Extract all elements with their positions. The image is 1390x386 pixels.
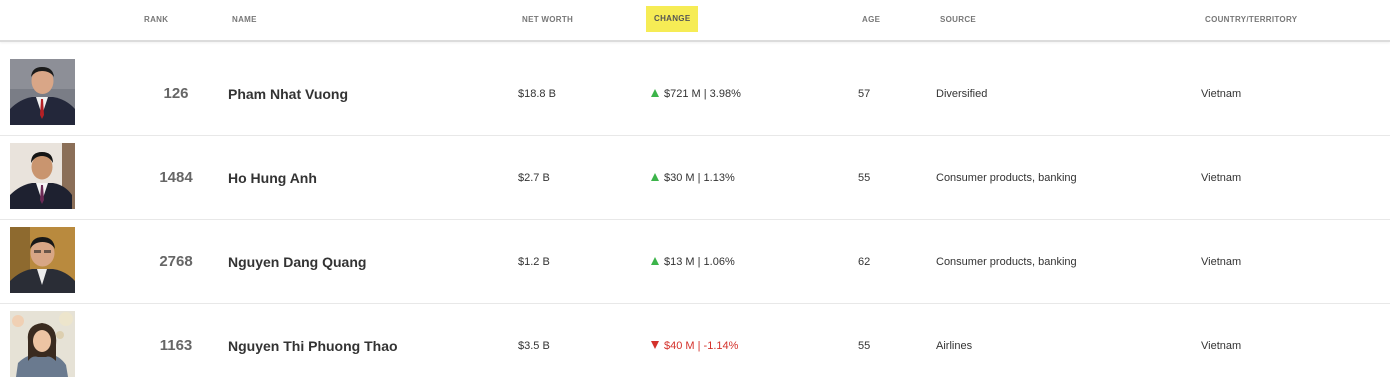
country-value: Vietnam xyxy=(1201,256,1242,268)
person-name[interactable]: Nguyen Thi Phuong Thao xyxy=(228,304,398,386)
rank-value: 126 xyxy=(163,85,189,102)
header-name[interactable]: NAME xyxy=(232,0,257,40)
change-value: $30 M | 1.13% xyxy=(651,136,735,220)
rank-value: 2768 xyxy=(159,253,193,270)
net-worth-value: $3.5 B xyxy=(518,340,550,352)
rank-value: 1163 xyxy=(159,337,193,354)
source-value: Diversified xyxy=(936,88,988,100)
change-value: $13 M | 1.06% xyxy=(651,220,735,304)
country-value: Vietnam xyxy=(1201,340,1242,352)
header-net-worth[interactable]: NET WORTH xyxy=(522,0,573,40)
person-name[interactable]: Pham Nhat Vuong xyxy=(228,52,348,136)
country-value: Vietnam xyxy=(1201,88,1242,100)
source-value: Consumer products, banking xyxy=(936,172,1077,184)
table-row[interactable]: 2768 Nguyen Dang Quang $1.2 B $13 M | 1.… xyxy=(0,220,1390,304)
header-age[interactable]: AGE xyxy=(862,0,880,40)
table-row[interactable]: 1484 Ho Hung Anh $2.7 B $30 M | 1.13% 55… xyxy=(0,136,1390,220)
up-arrow-icon xyxy=(651,257,659,266)
table-row[interactable]: 126 Pham Nhat Vuong $18.8 B $721 M | 3.9… xyxy=(0,52,1390,136)
table-row[interactable]: 1163 Nguyen Thi Phuong Thao $3.5 B $40 M… xyxy=(0,304,1390,386)
age-value: 55 xyxy=(858,172,871,184)
table-header: RANK NAME NET WORTH CHANGE AGE SOURCE CO… xyxy=(0,0,1390,42)
header-change[interactable]: CHANGE xyxy=(646,6,699,32)
net-worth-value: $18.8 B xyxy=(518,88,556,100)
source-value: Consumer products, banking xyxy=(936,256,1077,268)
change-value: $40 M | -1.14% xyxy=(651,304,738,386)
avatar xyxy=(10,311,75,377)
age-value: 62 xyxy=(858,256,871,268)
billionaires-table: RANK NAME NET WORTH CHANGE AGE SOURCE CO… xyxy=(0,0,1390,386)
down-arrow-icon xyxy=(651,341,659,350)
net-worth-value: $2.7 B xyxy=(518,172,550,184)
age-value: 57 xyxy=(858,88,871,100)
age-value: 55 xyxy=(858,340,871,352)
person-name[interactable]: Ho Hung Anh xyxy=(228,136,317,220)
avatar xyxy=(10,143,75,209)
person-name[interactable]: Nguyen Dang Quang xyxy=(228,220,366,304)
source-value: Airlines xyxy=(936,340,973,352)
avatar xyxy=(10,59,75,125)
net-worth-value: $1.2 B xyxy=(518,256,550,268)
avatar xyxy=(10,227,75,293)
country-value: Vietnam xyxy=(1201,172,1242,184)
header-rank[interactable]: RANK xyxy=(144,0,168,40)
header-source[interactable]: SOURCE xyxy=(940,0,976,40)
up-arrow-icon xyxy=(651,173,659,182)
change-value: $721 M | 3.98% xyxy=(651,52,741,136)
header-country[interactable]: COUNTRY/TERRITORY xyxy=(1205,0,1297,40)
up-arrow-icon xyxy=(651,89,659,98)
rank-value: 1484 xyxy=(159,169,193,186)
